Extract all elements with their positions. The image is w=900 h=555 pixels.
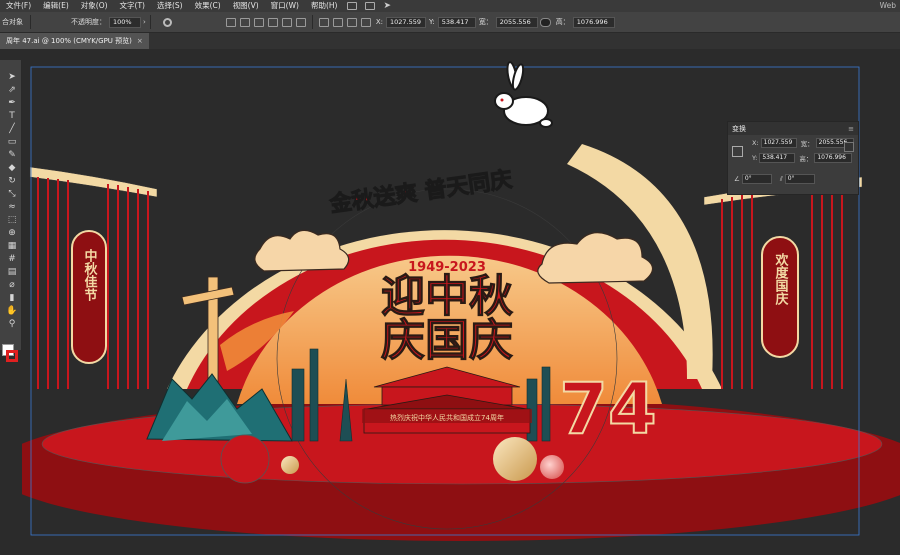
panel-y-label: Y:: [752, 154, 758, 162]
menu-select[interactable]: 选择(S): [151, 0, 189, 12]
brush-icon[interactable]: ✎: [6, 150, 18, 161]
warp-icon[interactable]: ≈: [6, 202, 18, 213]
cloud-right: [537, 232, 654, 284]
y-field[interactable]: 538.417: [437, 16, 476, 28]
free-transform-icon[interactable]: ⬚: [6, 215, 18, 226]
link-proportions-icon[interactable]: [844, 142, 854, 152]
menu-effect[interactable]: 效果(C): [189, 0, 227, 12]
menu-window[interactable]: 窗口(W): [265, 0, 305, 12]
arrow-icon[interactable]: ➤: [6, 72, 18, 83]
divider: [30, 15, 31, 29]
menu-view[interactable]: 视图(V): [227, 0, 265, 12]
canvas[interactable]: 1949-2023 迎中秋 庆国庆 金秋送爽 普天同庆 中秋佳节 欢度国庆 热烈…: [22, 49, 900, 555]
panel-x-field[interactable]: 1027.559: [760, 138, 797, 148]
y-label: Y:: [428, 18, 435, 26]
transform-panel-header: 变换 ≡: [728, 122, 858, 135]
height-label: 高：: [555, 18, 570, 26]
document-title: 周年 47.ai @ 100% (CMYK/GPU 预览): [6, 37, 132, 45]
big-number: 74: [559, 368, 656, 450]
type-icon[interactable]: T: [6, 111, 18, 122]
divider: [311, 15, 313, 29]
document-tab[interactable]: 周年 47.ai @ 100% (CMYK/GPU 预览) ×: [0, 33, 149, 49]
tools-panel: ➤ ⇗ ✒ T ╱ ▭ ✎ ◆ ↻ ⤡ ≈ ⬚ ⊕ ▦ # ▤ ⌀ ▮ ✋ ⚲: [0, 60, 22, 362]
eyedropper-icon[interactable]: ⌀: [6, 280, 18, 291]
rotate-angle-field[interactable]: 0°: [741, 174, 772, 184]
gold-sphere: [493, 437, 537, 481]
right-column-text: 欢度国庆: [773, 252, 790, 306]
reference-point-icon[interactable]: [732, 146, 743, 157]
headline-line-2: 庆国庆: [381, 315, 513, 366]
align-bottom-icon[interactable]: [295, 17, 306, 27]
menu-icon[interactable]: ≡: [848, 125, 854, 133]
document-tab-bar: 周年 47.ai @ 100% (CMYK/GPU 预览) ×: [0, 33, 900, 49]
x-label: X:: [375, 18, 383, 26]
menu-file[interactable]: 文件(F): [0, 0, 37, 12]
x-field[interactable]: 1027.559: [385, 16, 426, 28]
align-right-icon[interactable]: [253, 17, 264, 27]
hollow-arrow-icon[interactable]: ⇗: [6, 85, 18, 96]
arrange-documents-icon[interactable]: [347, 2, 358, 10]
divider: [149, 15, 151, 29]
align-left-icon[interactable]: [225, 17, 236, 27]
opacity-label: 不透明度：: [71, 18, 106, 26]
transform-icon[interactable]: [332, 17, 343, 27]
width-field[interactable]: 2055.556: [495, 16, 538, 28]
stroke-swatch[interactable]: [6, 350, 18, 362]
panel-h-field[interactable]: 1076.996: [814, 153, 853, 163]
shear-angle-icon: ⫽: [779, 174, 783, 183]
graph-icon[interactable]: ▮: [6, 293, 18, 304]
panel-x-label: X:: [752, 139, 759, 147]
chevron-right-icon[interactable]: ›: [143, 18, 146, 26]
align-top-icon[interactable]: [267, 17, 278, 27]
rabbit-illustration: [494, 61, 553, 128]
top-slogan: 金秋送爽 普天同庆: [327, 166, 513, 217]
send-icon[interactable]: ➤: [383, 1, 391, 11]
perspective-icon[interactable]: ▦: [6, 241, 18, 252]
left-column-text: 中秋佳节: [82, 248, 98, 302]
menu-bar: 文件(F) 编辑(E) 对象(O) 文字(T) 选择(S) 效果(C) 视图(V…: [0, 0, 900, 12]
panel-y-field[interactable]: 538.417: [759, 153, 796, 163]
rotate-icon[interactable]: ↻: [6, 176, 18, 187]
eraser-icon[interactable]: ◆: [6, 163, 18, 174]
cloud-left: [254, 229, 350, 272]
rectangle-icon[interactable]: ▭: [6, 137, 18, 148]
transform-panel: 变换 ≡ X: 1027.559 宽： 2055.556 Y: 538.417 …: [727, 121, 859, 195]
recolor-icon[interactable]: [162, 17, 172, 27]
shape-builder-icon[interactable]: ⊕: [6, 228, 18, 239]
reference-point-icon[interactable]: [360, 17, 371, 27]
panel-w-label: 宽：: [800, 140, 814, 148]
small-gold-sphere: [281, 456, 299, 474]
control-bar: 合对象 不透明度： 100% › X: 1027.559 Y: 538.417 …: [0, 12, 900, 33]
align-hcenter-icon[interactable]: [239, 17, 250, 27]
isolate-icon[interactable]: [346, 17, 357, 27]
panel-h-label: 高：: [799, 155, 813, 163]
grid-layout-icon[interactable]: [365, 2, 376, 10]
distribute-icon[interactable]: [318, 17, 329, 27]
menu-edit[interactable]: 编辑(E): [37, 0, 75, 12]
gradient-icon[interactable]: ▤: [6, 267, 18, 278]
mesh-icon[interactable]: #: [6, 254, 18, 265]
align-vcenter-icon[interactable]: [281, 17, 292, 27]
pink-sphere: [540, 455, 564, 479]
line-icon[interactable]: ╱: [6, 124, 18, 135]
opacity-field[interactable]: 100%: [109, 16, 141, 28]
pen-icon[interactable]: ✒: [6, 98, 18, 109]
selection-type-label: 合对象: [2, 18, 23, 26]
workspace-switcher[interactable]: Web: [874, 0, 900, 12]
constrain-proportions-icon[interactable]: [539, 17, 551, 27]
menu-type[interactable]: 文字(T): [114, 0, 151, 12]
height-field[interactable]: 1076.996: [572, 16, 615, 28]
red-sphere: [220, 434, 270, 484]
menu-object[interactable]: 对象(O): [75, 0, 114, 12]
scale-icon[interactable]: ⤡: [6, 189, 18, 200]
rotate-angle-icon: ∠: [734, 175, 740, 183]
menu-help[interactable]: 帮助(H): [305, 0, 344, 12]
shear-angle-field[interactable]: 0°: [784, 174, 815, 184]
width-label: 宽：: [478, 18, 493, 26]
hand-icon[interactable]: ✋: [6, 306, 18, 317]
close-icon[interactable]: ×: [137, 33, 143, 49]
zoom-icon[interactable]: ⚲: [6, 319, 18, 330]
transform-panel-title[interactable]: 变换: [732, 124, 746, 134]
stage-caption: 热烈庆祝中华人民共和国成立74周年: [390, 413, 504, 422]
